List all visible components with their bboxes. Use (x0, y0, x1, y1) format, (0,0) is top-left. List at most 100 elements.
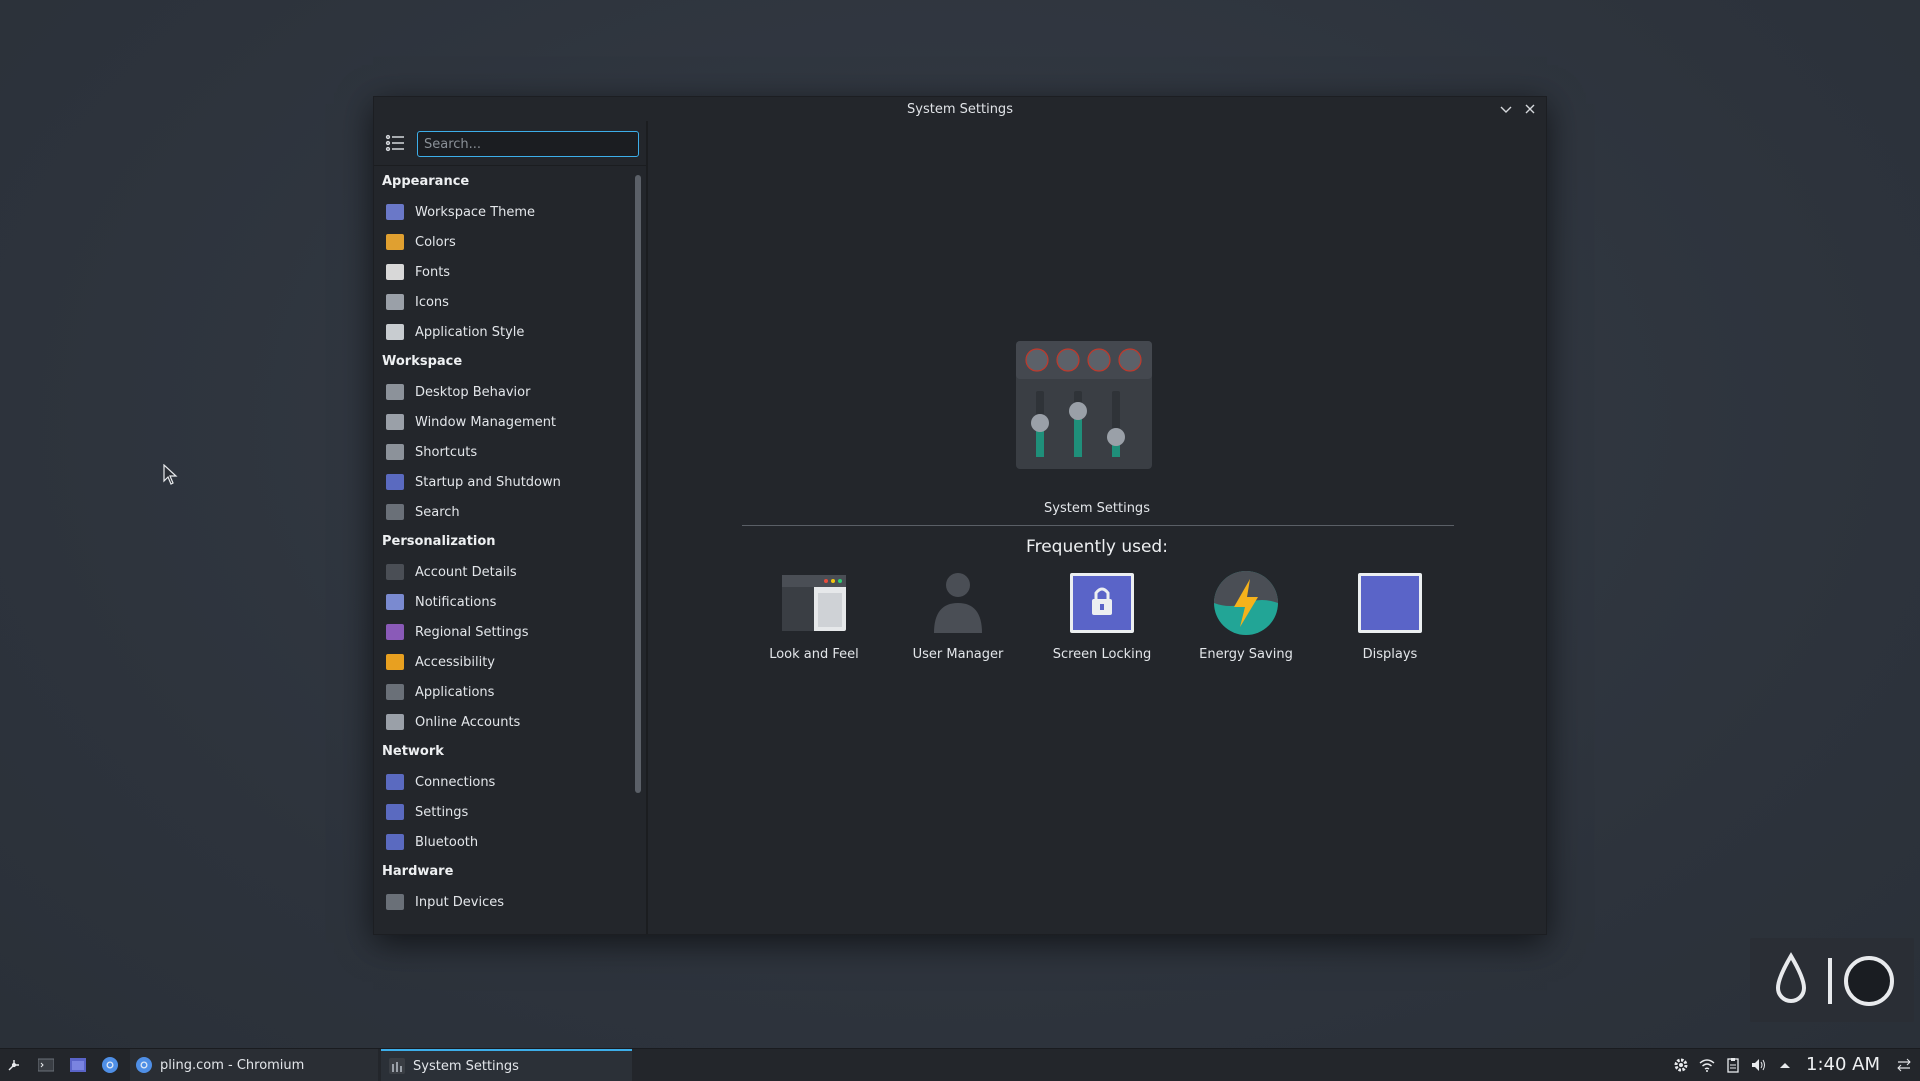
tile-label: Displays (1362, 647, 1418, 662)
distro-logo (1750, 938, 1914, 1022)
sidebar-item-startup-and-shutdown[interactable]: Startup and Shutdown (374, 467, 636, 497)
workspace-theme-icon (386, 204, 404, 220)
category-heading: Hardware (382, 864, 454, 879)
sidebar-item-label: Desktop Behavior (415, 384, 531, 400)
sidebar-item-accessibility[interactable]: Accessibility (374, 647, 636, 677)
sidebar-item-label: Connections (415, 774, 496, 790)
window-title: System Settings (907, 102, 1013, 117)
hamburger-list-icon (385, 134, 404, 152)
sidebar-item-regional-settings[interactable]: Regional Settings (374, 617, 636, 647)
sidebar: Appearance Workspace Theme Colors Fonts Icon… (374, 121, 646, 934)
category-heading: Workspace (382, 354, 463, 369)
chromium-icon[interactable] (102, 1057, 118, 1073)
settings-gear-icon[interactable] (1673, 1057, 1689, 1073)
search-input[interactable] (417, 131, 639, 157)
sidebar-item-label: Bluetooth (415, 834, 479, 850)
sidebar-item-connections[interactable]: Connections (374, 767, 636, 797)
category-heading: Network (382, 744, 444, 759)
sidebar-item-label: Regional Settings (415, 624, 529, 640)
search-icon (386, 504, 404, 520)
clipboard-icon[interactable] (1725, 1057, 1741, 1073)
sidebar-item-label: Online Accounts (415, 714, 521, 730)
energy-saving-icon (1214, 571, 1278, 635)
sidebar-item-desktop-behavior[interactable]: Desktop Behavior (374, 377, 636, 407)
tile-look-and-feel[interactable]: Look and Feel (744, 571, 884, 681)
minimize-button[interactable] (1498, 101, 1514, 117)
sidebar-item-icons[interactable]: Icons (374, 287, 636, 317)
applications-icon (386, 684, 404, 700)
main-pane: System Settings Frequently used: Look an… (648, 121, 1546, 934)
network-settings-icon (386, 804, 404, 820)
application-style-icon (386, 324, 404, 340)
accessibility-icon (386, 654, 404, 670)
connections-icon (386, 774, 404, 790)
look-and-feel-icon (782, 575, 846, 631)
sidebar-item-settings[interactable]: Settings (374, 797, 636, 827)
sidebar-item-bluetooth[interactable]: Bluetooth (374, 827, 636, 857)
mouse-cursor-icon (163, 464, 178, 485)
panel-options-icon[interactable] (1896, 1057, 1912, 1073)
terminal-icon[interactable] (38, 1057, 54, 1073)
sidebar-item-search[interactable]: Search (374, 497, 636, 527)
sidebar-item-fonts[interactable]: Fonts (374, 257, 636, 287)
hero-label: System Settings (1044, 501, 1150, 516)
tile-user-manager[interactable]: User Manager (888, 571, 1028, 681)
tile-screen-locking[interactable]: Screen Locking (1032, 571, 1172, 681)
regional-settings-icon (386, 624, 404, 640)
title-bar[interactable]: System Settings (374, 97, 1546, 121)
sidebar-item-label: Shortcuts (415, 444, 478, 460)
system-settings-mixer-icon (1016, 341, 1152, 469)
screen-locking-icon (1070, 573, 1134, 633)
sidebar-item-account-details[interactable]: Account Details (374, 557, 636, 587)
task-chromium[interactable]: pling.com - Chromium (130, 1049, 378, 1081)
file-manager-icon[interactable] (70, 1057, 86, 1073)
system-settings-icon (389, 1058, 405, 1074)
shortcuts-icon (386, 444, 404, 460)
tile-label: Screen Locking (1052, 647, 1152, 662)
sidebar-item-label: Window Management (415, 414, 557, 430)
sidebar-item-input-devices[interactable]: Input Devices (374, 887, 636, 917)
tile-label: User Manager (912, 647, 1004, 662)
sidebar-item-applications[interactable]: Applications (374, 677, 636, 707)
sidebar-item-application-style[interactable]: Application Style (374, 317, 636, 347)
sidebar-scrollbar[interactable] (635, 175, 641, 793)
chromium-icon (136, 1057, 152, 1073)
category-heading: Appearance (382, 174, 470, 189)
online-accounts-icon (386, 714, 404, 730)
list-divider (374, 165, 646, 166)
sidebar-item-label: Settings (415, 804, 469, 820)
startup-shutdown-icon (386, 474, 404, 490)
volume-icon[interactable] (1751, 1057, 1767, 1073)
tile-displays[interactable]: Displays (1320, 571, 1460, 681)
sidebar-menu-button[interactable] (384, 132, 406, 154)
close-button[interactable] (1522, 101, 1538, 117)
fonts-icon (386, 264, 404, 280)
sidebar-item-window-management[interactable]: Window Management (374, 407, 636, 437)
task-label: pling.com - Chromium (160, 1057, 305, 1073)
tile-label: Energy Saving (1199, 647, 1293, 662)
sidebar-item-label: Notifications (415, 594, 497, 610)
sidebar-item-notifications[interactable]: Notifications (374, 587, 636, 617)
sidebar-item-workspace-theme[interactable]: Workspace Theme (374, 197, 636, 227)
app-launcher-icon[interactable] (6, 1057, 22, 1073)
account-details-icon (386, 564, 404, 580)
icons-icon (386, 294, 404, 310)
clock[interactable]: 1:40 AM (1806, 1054, 1880, 1075)
sidebar-item-label: Colors (415, 234, 456, 250)
wifi-icon[interactable] (1699, 1057, 1715, 1073)
sidebar-item-shortcuts[interactable]: Shortcuts (374, 437, 636, 467)
notifications-icon (386, 594, 404, 610)
window-management-icon (386, 414, 404, 430)
sidebar-item-label: Applications (415, 684, 495, 700)
bluetooth-icon (386, 834, 404, 850)
sidebar-item-online-accounts[interactable]: Online Accounts (374, 707, 636, 737)
sidebar-item-label: Input Devices (415, 894, 505, 910)
task-system-settings[interactable]: System Settings (381, 1049, 632, 1081)
sidebar-item-colors[interactable]: Colors (374, 227, 636, 257)
expand-tray-icon[interactable] (1777, 1057, 1793, 1073)
sidebar-item-label: Fonts (415, 264, 451, 280)
system-settings-window: System Settings Appearance Workspace Them… (373, 96, 1547, 935)
task-label: System Settings (413, 1058, 519, 1074)
tile-energy-saving[interactable]: Energy Saving (1176, 571, 1316, 681)
sidebar-item-label: Search (415, 504, 460, 520)
